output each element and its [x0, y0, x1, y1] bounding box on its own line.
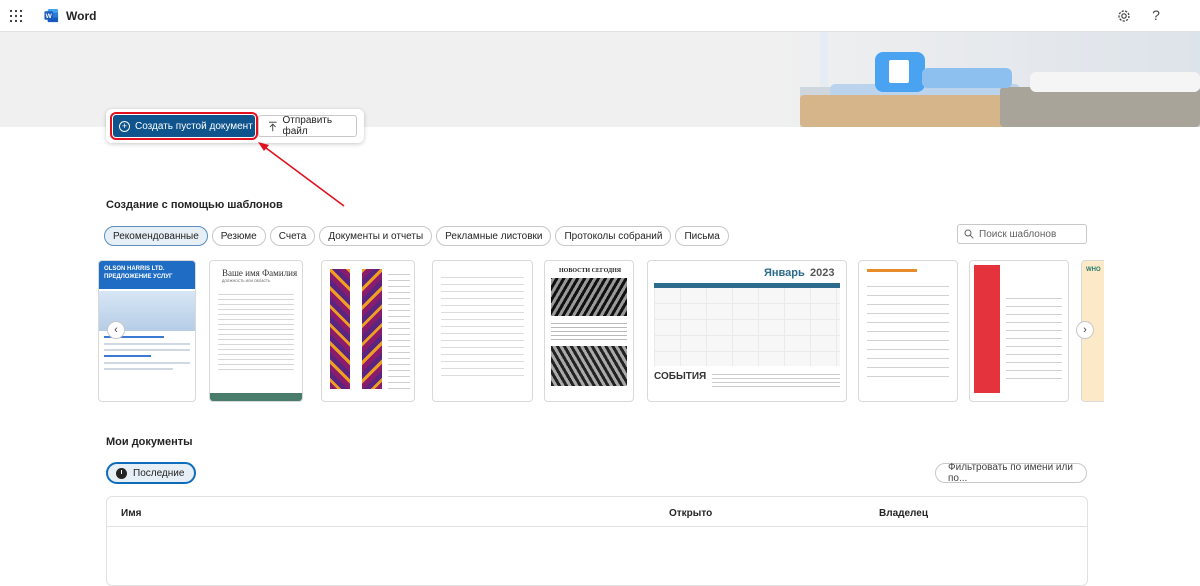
hero-illustration — [770, 32, 1200, 127]
help-icon[interactable]: ? — [1148, 7, 1164, 23]
plus-circle-icon: + — [119, 120, 130, 132]
template-card-newsletter[interactable]: НОВОСТИ СЕГОДНЯ — [544, 260, 634, 402]
template-card-title: НОВОСТИ СЕГОДНЯ — [559, 268, 622, 274]
table-header: Имя Открыто Владелец — [107, 497, 1087, 527]
filter-placeholder: Фильтровать по имени или по... — [948, 462, 1073, 484]
upload-file-button[interactable]: Отправить файл — [258, 115, 357, 137]
document-filter-input[interactable]: Фильтровать по имени или по... — [935, 462, 1087, 484]
column-opened[interactable]: Открыто — [669, 508, 712, 519]
app-name[interactable]: Word — [66, 9, 96, 23]
create-blank-document-button[interactable]: + Создать пустой документ — [110, 112, 258, 140]
tab-recent-label: Последние — [133, 467, 185, 479]
tab-documents-reports[interactable]: Документы и отчеты — [319, 226, 433, 246]
templates-section-title: Создание с помощью шаблонов — [106, 199, 283, 211]
template-card-resume[interactable]: Ваше имя Фамилия ДОЛЖНОСТЬ ИЛИ ОБЛАСТЬ — [209, 260, 303, 402]
my-documents-title: Мои документы — [106, 436, 193, 448]
template-card-letter[interactable] — [858, 260, 958, 402]
create-blank-document-label: Создать пустой документ — [135, 120, 253, 132]
svg-text:W: W — [46, 13, 53, 20]
template-category-tabs: Рекомендованные Резюме Счета Документы и… — [104, 226, 729, 246]
template-card-calendar[interactable]: Январь 2023 СОБЫТИЯ — [647, 260, 847, 402]
template-search-input[interactable]: Поиск шаблонов — [957, 224, 1087, 244]
tab-letters[interactable]: Письма — [675, 226, 729, 246]
search-placeholder: Поиск шаблонов — [979, 228, 1057, 240]
chevron-left-icon: ‹ — [114, 324, 118, 336]
tab-flyers[interactable]: Рекламные листовки — [436, 226, 552, 246]
app-launcher-icon[interactable] — [10, 10, 22, 22]
clock-icon — [116, 467, 127, 479]
column-owner[interactable]: Владелец — [879, 508, 928, 519]
column-name[interactable]: Имя — [121, 508, 141, 519]
word-logo-icon[interactable]: W — [44, 8, 59, 23]
upload-file-label: Отправить файл — [282, 115, 333, 137]
template-card-subtitle: ДОЛЖНОСТЬ ИЛИ ОБЛАСТЬ — [222, 279, 271, 283]
template-carousel: OLSON HARRIS LTD. ПРЕДЛОЖЕНИЕ УСЛУГ Ваше… — [96, 260, 1104, 403]
calendar-month: Январь — [764, 267, 805, 279]
top-bar: W Word ? — [0, 0, 1200, 32]
tab-recommended[interactable]: Рекомендованные — [104, 226, 208, 246]
calendar-events-label: СОБЫТИЯ — [654, 371, 707, 382]
carousel-next-button[interactable]: › — [1076, 321, 1094, 339]
tab-invoices[interactable]: Счета — [269, 226, 316, 246]
template-card-title: WHO — [1086, 267, 1101, 273]
tab-recent[interactable]: Последние — [106, 462, 197, 484]
upload-icon — [268, 121, 277, 131]
carousel-prev-button[interactable]: ‹ — [107, 321, 125, 339]
calendar-year: 2023 — [810, 267, 835, 279]
gear-icon[interactable] — [1116, 8, 1132, 24]
chevron-right-icon: › — [1083, 324, 1087, 336]
template-card-red-resume[interactable] — [969, 260, 1069, 402]
tab-meeting-minutes[interactable]: Протоколы собраний — [555, 226, 672, 246]
template-card-pattern[interactable] — [321, 260, 415, 402]
search-icon — [964, 229, 974, 239]
template-card-invoice[interactable] — [432, 260, 533, 402]
tab-resumes[interactable]: Резюме — [211, 226, 266, 246]
template-card-title: Ваше имя Фамилия — [222, 268, 298, 278]
template-card-title: OLSON HARRIS LTD. ПРЕДЛОЖЕНИЕ УСЛУГ — [104, 266, 173, 280]
